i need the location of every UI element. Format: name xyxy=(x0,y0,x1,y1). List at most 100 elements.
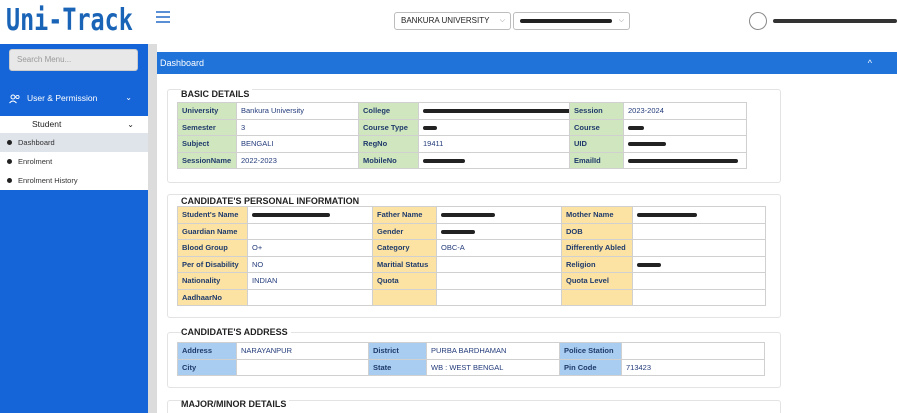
sidebar-item-label: Enrolment xyxy=(18,157,53,166)
table-row: Semester 3 Course Type Course xyxy=(177,118,747,136)
section-title: BASIC DETAILS xyxy=(181,89,253,99)
avatar[interactable] xyxy=(749,12,767,30)
field-label: EmailId xyxy=(569,151,624,169)
sidebar: Search Menu... User & Permission ⌄ Stude… xyxy=(0,44,148,413)
major-minor-panel: MAJOR/MINOR DETAILS xyxy=(167,399,781,413)
sidebar-item-student[interactable]: Student ⌄ xyxy=(0,116,148,133)
redacted-value xyxy=(423,158,465,163)
field-value xyxy=(632,272,766,290)
app-logo[interactable]: Uni-Track xyxy=(6,3,133,39)
section-title: CANDIDATE'S PERSONAL INFORMATION xyxy=(181,196,363,206)
field-value xyxy=(436,255,562,273)
collapse-icon[interactable]: ^ xyxy=(868,52,872,74)
sidebar-item-label: User & Permission xyxy=(27,93,98,103)
table-row: Subject BENGALI RegNo 19411 UID xyxy=(177,135,747,153)
chevron-down-icon: ⌵ xyxy=(618,17,624,24)
address-panel: CANDIDATE'S ADDRESS Address NARAYANPUR Dis… xyxy=(167,327,781,388)
sidebar-item-user-permission[interactable]: User & Permission ⌄ xyxy=(0,88,148,108)
field-value: 3 xyxy=(236,118,359,136)
field-value: NARAYANPUR xyxy=(236,342,369,360)
menu-toggle-icon[interactable] xyxy=(156,11,170,23)
sidebar-item-label: Student xyxy=(32,119,62,129)
field-label: Address xyxy=(177,342,237,360)
field-value xyxy=(621,342,765,360)
table-row: AadhaarNo xyxy=(177,288,766,306)
sidebar-item-dashboard[interactable]: Dashboard xyxy=(0,133,148,152)
sidebar-item-label: Enrolment History xyxy=(18,176,78,185)
field-value xyxy=(247,288,373,306)
field-label: Mother Name xyxy=(561,206,633,224)
field-label: Course xyxy=(569,118,624,136)
chevron-down-icon: ⌵ xyxy=(499,17,505,24)
field-value xyxy=(436,206,562,224)
field-value xyxy=(632,255,766,273)
university-select-value: BANKURA UNIVERSITY xyxy=(401,16,490,25)
field-value xyxy=(418,118,570,136)
field-label: Pin Code xyxy=(559,358,622,376)
section-title: CANDIDATE'S ADDRESS xyxy=(181,327,291,337)
page-title: Dashboard xyxy=(160,58,205,68)
redacted-value xyxy=(441,229,475,234)
field-value: 2023-2024 xyxy=(623,102,747,120)
user-name-redacted[interactable] xyxy=(773,19,897,23)
field-value xyxy=(632,206,766,224)
field-value xyxy=(632,288,766,306)
field-label: College xyxy=(358,102,419,120)
redacted-value xyxy=(252,213,330,218)
personal-info-table: Student's Name Father Name Mother Name Guar… xyxy=(177,206,766,306)
redacted-value xyxy=(423,125,437,130)
search-input[interactable]: Search Menu... xyxy=(9,49,138,71)
field-label: Quota xyxy=(372,272,437,290)
field-value xyxy=(632,222,766,240)
field-value xyxy=(623,135,747,153)
field-label xyxy=(372,288,437,306)
field-value: Bankura University xyxy=(236,102,359,120)
table-row: Student's Name Father Name Mother Name xyxy=(177,206,766,224)
top-bar: Uni-Track BANKURA UNIVERSITY ⌵ ⌵ xyxy=(0,0,897,44)
field-label: State xyxy=(368,358,427,376)
field-label: Category xyxy=(372,239,437,257)
field-value: NO xyxy=(247,255,373,273)
table-row: SessionName 2022-2023 MobileNo EmailId xyxy=(177,151,747,169)
field-value: WB : WEST BENGAL xyxy=(426,358,560,376)
dashboard-header[interactable]: Dashboard ^ xyxy=(157,52,897,74)
field-label: City xyxy=(177,358,237,376)
field-value xyxy=(418,102,570,120)
sidebar-item-enrolment-history[interactable]: Enrolment History xyxy=(0,171,148,190)
address-table: Address NARAYANPUR District PURBA BARDHAMAN… xyxy=(177,342,765,376)
field-value xyxy=(436,288,562,306)
field-label: Semester xyxy=(177,118,237,136)
field-label: Student's Name xyxy=(177,206,248,224)
table-row: City State WB : WEST BENGAL Pin Code 713423 xyxy=(177,358,765,376)
field-value xyxy=(623,118,747,136)
sidebar-item-label: Dashboard xyxy=(18,138,55,147)
field-label: Religion xyxy=(561,255,633,273)
bullet-icon xyxy=(7,178,12,183)
table-row: Guardian Name Gender DOB xyxy=(177,222,766,240)
field-label: Differently Abled xyxy=(561,239,633,257)
redacted-value xyxy=(423,109,569,114)
chevron-down-icon: ⌄ xyxy=(127,120,134,129)
field-label xyxy=(561,288,633,306)
field-label: AadhaarNo xyxy=(177,288,248,306)
table-row: Address NARAYANPUR District PURBA BARDHAMAN… xyxy=(177,342,765,360)
section-title: MAJOR/MINOR DETAILS xyxy=(181,399,290,409)
table-row: University Bankura University College Sessi… xyxy=(177,102,747,120)
field-value xyxy=(436,222,562,240)
field-value xyxy=(247,206,373,224)
table-row: Per of Disability NO Maritial Status Religi… xyxy=(177,255,766,273)
field-value xyxy=(632,239,766,257)
main-content: Dashboard ^ BASIC DETAILS University Bank… xyxy=(148,44,897,413)
session-select[interactable]: ⌵ xyxy=(513,12,630,30)
personal-info-panel: CANDIDATE'S PERSONAL INFORMATION Student… xyxy=(167,194,781,318)
field-value: BENGALI xyxy=(236,135,359,153)
field-label: University xyxy=(177,102,237,120)
field-label: Quota Level xyxy=(561,272,633,290)
sidebar-item-enrolment[interactable]: Enrolment xyxy=(0,152,148,171)
field-label: Per of Disability xyxy=(177,255,248,273)
redacted-value xyxy=(637,213,697,218)
field-value: INDIAN xyxy=(247,272,373,290)
redacted-value xyxy=(441,213,495,218)
university-select[interactable]: BANKURA UNIVERSITY ⌵ xyxy=(394,12,511,30)
redacted-value xyxy=(628,125,644,130)
